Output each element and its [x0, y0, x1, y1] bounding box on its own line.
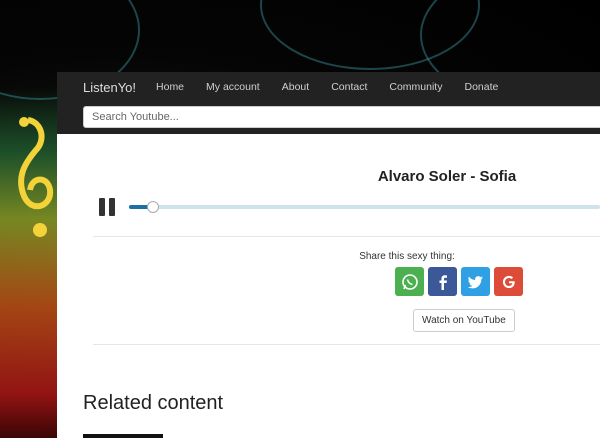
brand-logo[interactable]: ListenYo!	[83, 80, 136, 95]
google-share-button[interactable]	[494, 267, 523, 296]
facebook-share-button[interactable]	[428, 267, 457, 296]
progress-slider[interactable]	[129, 201, 600, 213]
pause-icon[interactable]	[99, 198, 117, 216]
nav-link-home[interactable]: Home	[156, 81, 184, 93]
share-buttons	[395, 267, 523, 296]
divider	[93, 236, 600, 237]
twitter-icon	[467, 275, 483, 288]
pause-bar	[99, 198, 105, 216]
nav-link-donate[interactable]: Donate	[464, 81, 498, 93]
top-navbar: ListenYo! Home My account About Contact …	[57, 72, 600, 134]
search-input[interactable]	[83, 106, 600, 128]
nav-link-contact[interactable]: Contact	[331, 81, 367, 93]
progress-handle[interactable]	[146, 201, 159, 213]
whatsapp-share-button[interactable]	[395, 267, 424, 296]
related-content-heading: Related content	[83, 392, 224, 414]
google-icon	[502, 275, 515, 288]
main-content: Alvaro Soler - Sofia Share this sexy thi…	[57, 134, 600, 438]
twitter-share-button[interactable]	[461, 267, 490, 296]
related-video-link[interactable]	[175, 433, 375, 438]
divider	[93, 344, 600, 345]
related-video-thumbnail[interactable]	[83, 434, 163, 438]
nav-link-community[interactable]: Community	[389, 81, 442, 93]
whatsapp-icon	[401, 273, 418, 290]
pause-bar	[109, 198, 115, 216]
treble-clef-icon	[18, 117, 54, 237]
share-label: Share this sexy thing:	[359, 251, 455, 262]
track-title: Alvaro Soler - Sofia	[377, 168, 517, 185]
watch-on-youtube-button[interactable]: Watch on YouTube	[413, 309, 515, 332]
facebook-icon	[439, 274, 447, 290]
nav-link-my-account[interactable]: My account	[206, 81, 260, 93]
nav-link-about[interactable]: About	[282, 81, 309, 93]
